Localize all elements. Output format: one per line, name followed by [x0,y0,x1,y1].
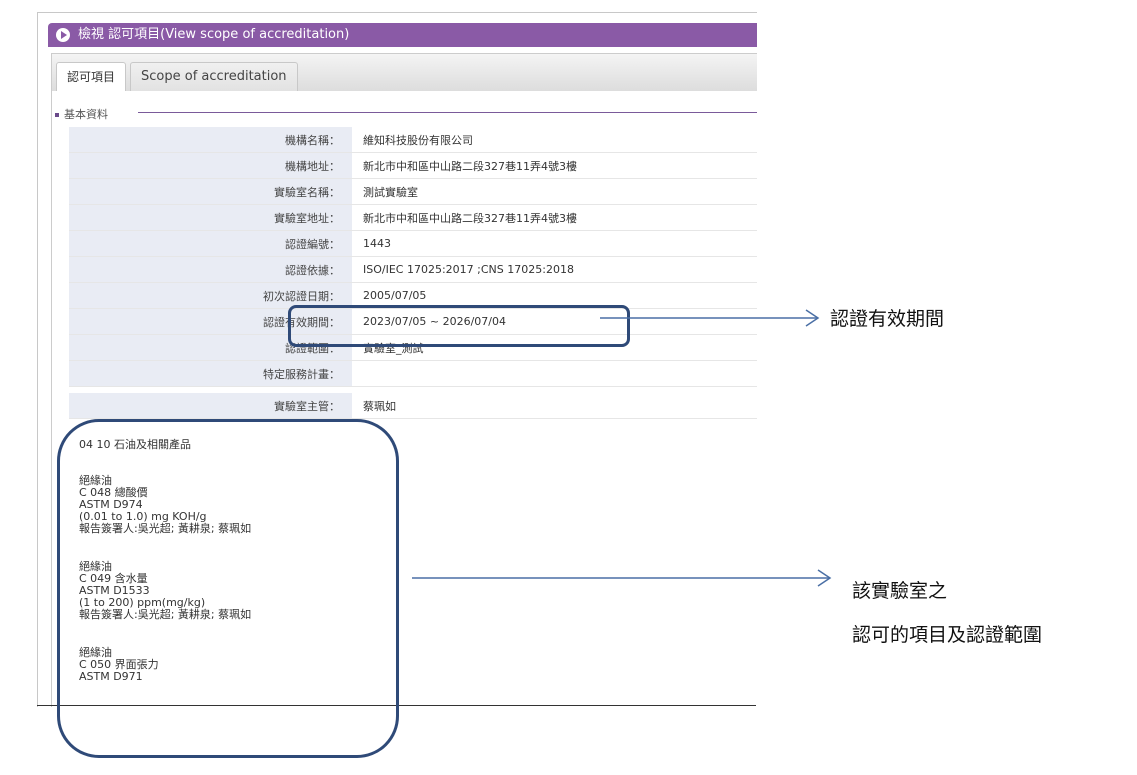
annotation-scope-line2: 認可的項目及認證範圍 [852,624,1043,646]
arrows-layer [412,309,832,587]
annotation-validity: 認證有效期間 [830,308,945,330]
scope-arrow [412,569,832,587]
validity-arrow [600,309,820,327]
annotation-scope-line1: 該實驗室之 [852,580,948,602]
